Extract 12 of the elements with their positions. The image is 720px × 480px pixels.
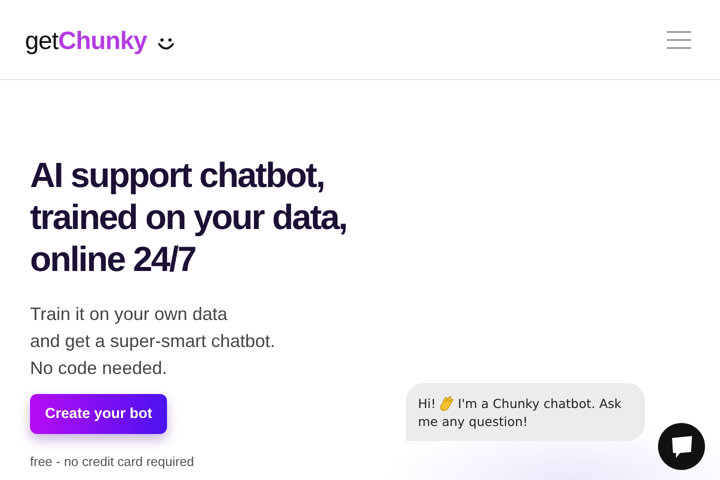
pricing-note: free - no credit card required	[30, 454, 196, 469]
subtitle: Train it on your own data and get a super-smart chatbot. No code needed.	[30, 303, 276, 380]
waving-hand-icon	[438, 395, 456, 413]
chat-message: me any question!	[418, 413, 528, 431]
chat-greeting: Hi!	[418, 395, 436, 413]
chat-message: I'm a Chunky chatbot. Ask	[458, 395, 622, 413]
logo-text[interactable]: getChunky	[25, 27, 147, 56]
headline: AI support chatbot, trained on your data, online 24/7	[30, 155, 348, 281]
menu-icon[interactable]	[666, 30, 692, 50]
create-bot-button[interactable]: Create your bot	[30, 394, 168, 434]
chat-launcher-button[interactable]	[658, 423, 705, 470]
smiley-icon	[156, 36, 175, 50]
